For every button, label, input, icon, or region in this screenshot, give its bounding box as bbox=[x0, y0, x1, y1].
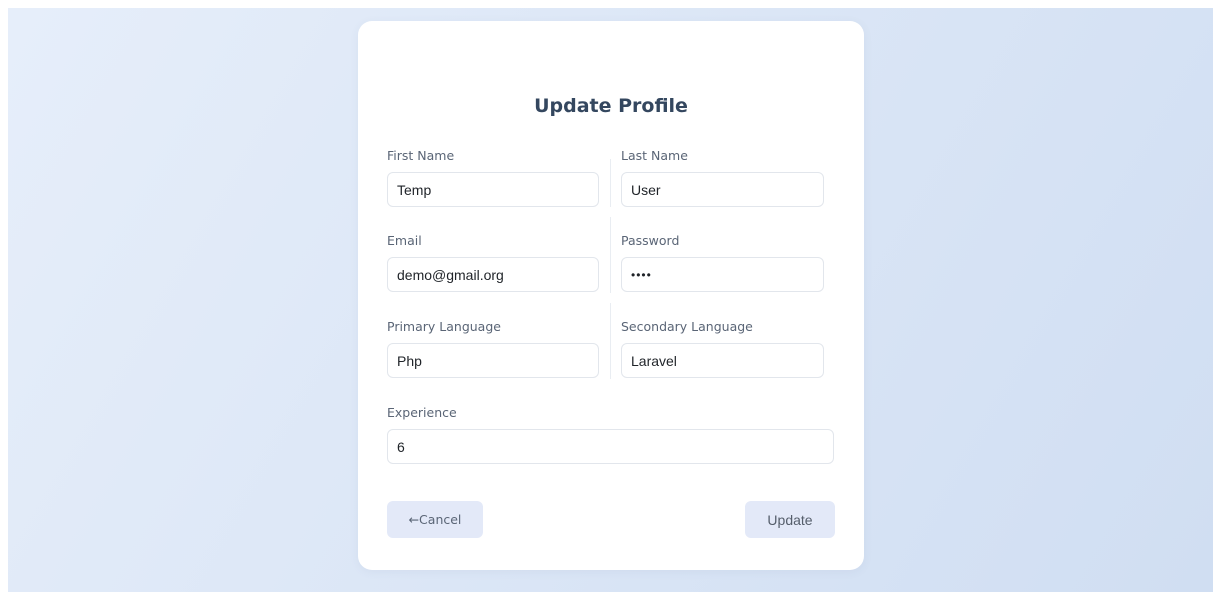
last-name-group: Last Name bbox=[621, 148, 824, 207]
email-label: Email bbox=[387, 233, 422, 248]
column-divider bbox=[610, 217, 611, 293]
experience-label: Experience bbox=[387, 405, 457, 420]
secondary-language-input[interactable] bbox=[621, 343, 824, 378]
first-name-input[interactable] bbox=[387, 172, 599, 207]
last-name-label: Last Name bbox=[621, 148, 688, 163]
primary-language-input[interactable] bbox=[387, 343, 599, 378]
update-button[interactable]: Update bbox=[745, 501, 835, 538]
last-name-input[interactable] bbox=[621, 172, 824, 207]
password-input[interactable] bbox=[621, 257, 824, 292]
password-label: Password bbox=[621, 233, 680, 248]
column-divider bbox=[610, 303, 611, 379]
email-group: Email bbox=[387, 233, 599, 292]
password-group: Password bbox=[621, 233, 824, 292]
form-title: Update Profile bbox=[534, 95, 688, 117]
first-name-group: First Name bbox=[387, 148, 599, 207]
email-input[interactable] bbox=[387, 257, 599, 292]
first-name-label: First Name bbox=[387, 148, 455, 163]
primary-language-label: Primary Language bbox=[387, 319, 501, 334]
cancel-button[interactable]: ←Cancel bbox=[387, 501, 483, 538]
secondary-language-group: Secondary Language bbox=[621, 319, 824, 378]
experience-group: Experience bbox=[387, 405, 834, 464]
secondary-language-label: Secondary Language bbox=[621, 319, 753, 334]
experience-input[interactable] bbox=[387, 429, 834, 464]
update-profile-card: Update Profile First Name Last Name Emai… bbox=[358, 21, 864, 570]
primary-language-group: Primary Language bbox=[387, 319, 599, 378]
column-divider bbox=[610, 159, 611, 207]
